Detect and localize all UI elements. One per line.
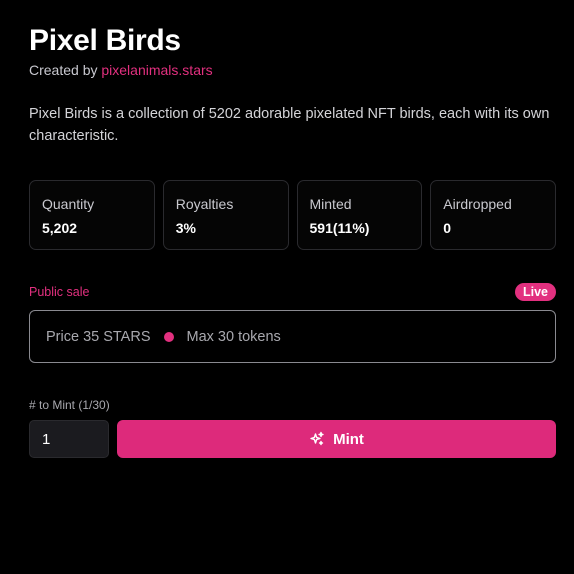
sale-label: Public sale xyxy=(29,285,90,299)
stat-card-quantity: Quantity 5,202 xyxy=(29,180,155,250)
price-text: Price 35 STARS xyxy=(46,328,151,345)
mint-button[interactable]: Mint xyxy=(117,420,556,458)
status-badge: Live xyxy=(514,283,556,301)
stat-value: 591(11%) xyxy=(309,220,370,236)
stats-row: Quantity 5,202 Royalties 3% Minted 591(1… xyxy=(29,180,556,250)
mint-button-label: Mint xyxy=(333,430,364,448)
stat-value: 0 xyxy=(443,220,452,236)
stat-label: Quantity xyxy=(42,196,95,212)
page-title: Pixel Birds xyxy=(29,24,181,57)
mint-row: Mint xyxy=(29,420,556,458)
stat-label: Royalties xyxy=(175,196,234,212)
sparkles-icon xyxy=(309,431,325,447)
stat-card-airdropped: Airdropped 0 xyxy=(430,180,556,250)
stat-label: Airdropped xyxy=(443,196,512,212)
separator-dot-icon xyxy=(163,331,174,342)
mint-count-label: # to Mint (1/30) xyxy=(29,398,110,412)
creator-link[interactable]: pixelanimals.stars xyxy=(101,62,212,78)
sale-info-box: Price 35 STARS Max 30 tokens xyxy=(29,310,556,363)
stat-label: Minted xyxy=(309,196,352,212)
max-tokens-text: Max 30 tokens xyxy=(186,328,281,345)
mint-quantity-input[interactable] xyxy=(29,420,109,458)
collection-page: Pixel Birds Created by pixelanimals.star… xyxy=(29,22,556,458)
creator-line: Created by pixelanimals.stars xyxy=(29,60,556,80)
stat-card-minted: Minted 591(11%) xyxy=(296,180,423,250)
collection-description: Pixel Birds is a collection of 5202 ador… xyxy=(29,106,550,144)
stat-value: 5,202 xyxy=(42,220,78,236)
stat-card-royalties: Royalties 3% xyxy=(162,180,289,250)
stat-value: 3% xyxy=(175,220,196,236)
sale-header: Public sale Live xyxy=(29,282,556,302)
created-by-prefix: Created by xyxy=(29,62,102,78)
